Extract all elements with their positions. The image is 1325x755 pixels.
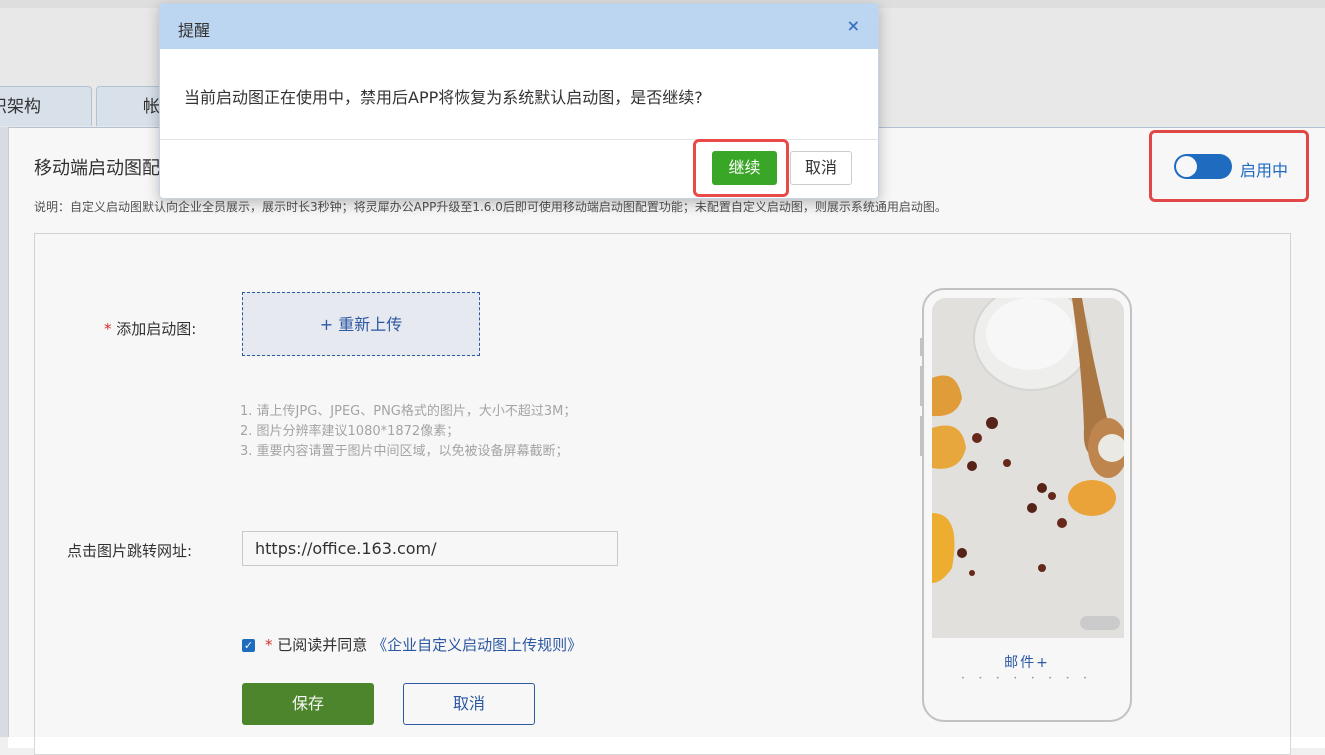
continue-button[interactable]: 继续 bbox=[712, 151, 777, 185]
close-icon[interactable]: × bbox=[847, 16, 860, 35]
dialog-title: 提醒 bbox=[178, 21, 211, 40]
dialog-cancel-button[interactable]: 取消 bbox=[790, 151, 852, 185]
dialog-message: 当前启动图正在使用中，禁用后APP将恢复为系统默认启动图，是否继续? bbox=[184, 88, 703, 107]
dialog-header: 提醒 × bbox=[160, 4, 878, 49]
